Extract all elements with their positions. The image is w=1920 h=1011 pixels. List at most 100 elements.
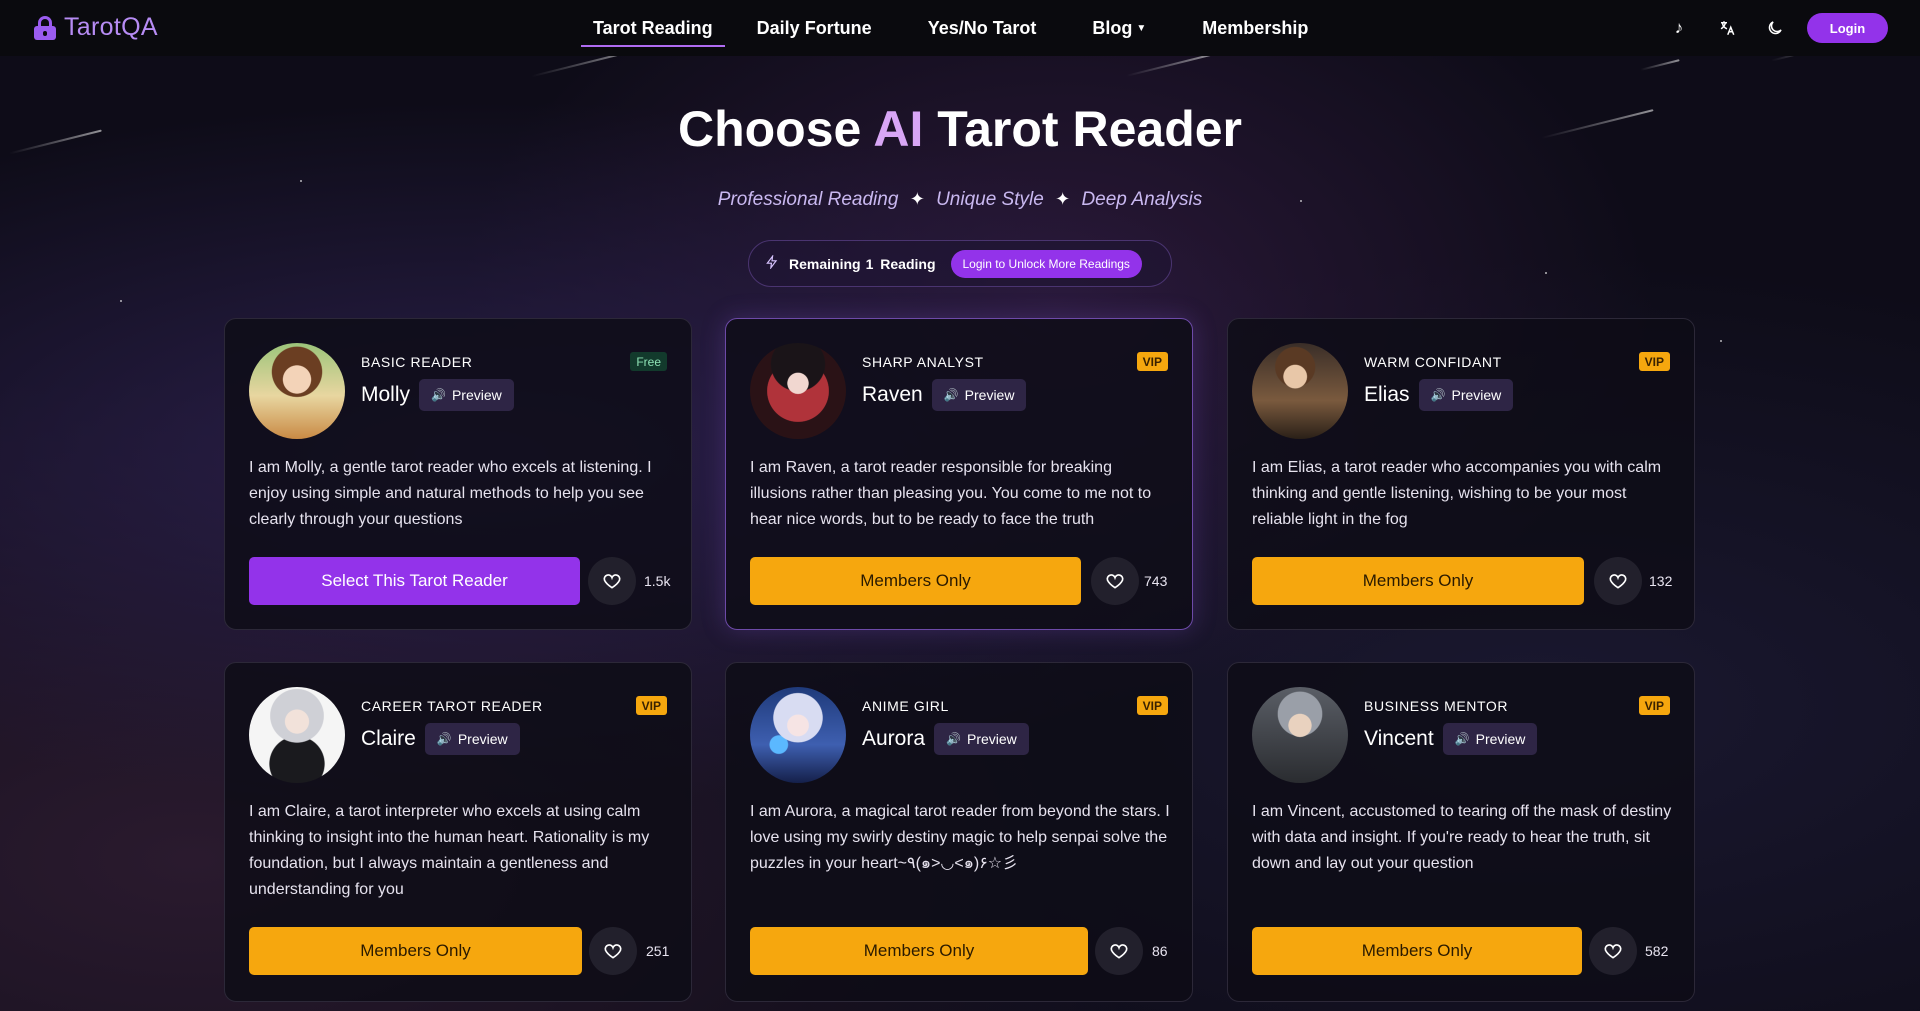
star xyxy=(1545,272,1547,274)
title-accent: AI xyxy=(873,101,924,157)
reader-card-vincent: BUSINESS MENTOR VIP Vincent 🔊 Preview I … xyxy=(1227,662,1695,1002)
preview-button[interactable]: 🔊 Preview xyxy=(931,379,1027,411)
reader-card-elias: WARM CONFIDANT VIP Elias 🔊 Preview I am … xyxy=(1227,318,1695,630)
star xyxy=(300,180,302,182)
brand-name: TarotQA xyxy=(64,13,158,41)
members-only-button[interactable]: Members Only xyxy=(750,927,1088,975)
reader-name-row: Molly 🔊 Preview xyxy=(361,379,514,411)
members-only-button[interactable]: Members Only xyxy=(1252,927,1582,975)
star xyxy=(120,300,122,302)
title-part: Tarot Reader xyxy=(937,101,1243,157)
preview-button[interactable]: 🔊 Preview xyxy=(424,723,520,755)
reader-role: BUSINESS MENTOR xyxy=(1364,698,1509,714)
preview-button[interactable]: 🔊 Preview xyxy=(419,379,514,411)
nav-links: Tarot Reading Daily Fortune Yes/No Tarot… xyxy=(581,0,1320,56)
reader-description: I am Aurora, a magical tarot reader from… xyxy=(750,803,1170,872)
preview-label: Preview xyxy=(457,731,508,747)
heart-icon[interactable] xyxy=(1095,927,1143,975)
reader-description: I am Elias, a tarot reader who accompani… xyxy=(1252,459,1662,528)
shooting-star xyxy=(1126,53,1214,77)
preview-label: Preview xyxy=(1475,731,1526,747)
reader-role: WARM CONFIDANT xyxy=(1364,354,1502,370)
chevron-down-icon: ▼ xyxy=(1136,22,1147,34)
nav-blog[interactable]: Blog ▼ xyxy=(1080,0,1158,56)
like-count: 743 xyxy=(1144,573,1168,589)
speaker-icon: 🔊 xyxy=(431,388,446,402)
readings-status: Remaining 1 Reading Login to Unlock More … xyxy=(748,240,1172,287)
heart-icon[interactable] xyxy=(589,927,637,975)
reader-card-molly: BASIC READER Free Molly 🔊 Preview I am M… xyxy=(224,318,692,630)
reader-description: I am Claire, a tarot interpreter who exc… xyxy=(249,803,650,898)
preview-label: Preview xyxy=(1451,387,1502,403)
top-navbar: TarotQA Tarot Reading Daily Fortune Yes/… xyxy=(0,0,1920,56)
sparkle-icon: ✦ xyxy=(1055,189,1071,209)
reader-description: I am Vincent, accustomed to tearing off … xyxy=(1252,803,1672,872)
reader-name: Molly xyxy=(361,383,411,406)
reader-card-claire: CAREER TAROT READER VIP Claire 🔊 Preview… xyxy=(224,662,692,1002)
members-only-button[interactable]: Members Only xyxy=(750,557,1081,605)
preview-label: Preview xyxy=(451,387,502,403)
heart-icon[interactable] xyxy=(1091,557,1139,605)
preview-button[interactable]: 🔊 Preview xyxy=(1442,723,1538,755)
page-subtitle: Professional Reading ✦ Unique Style ✦ De… xyxy=(0,189,1920,211)
reader-role: SHARP ANALYST xyxy=(862,354,984,370)
nav-label: Tarot Reading xyxy=(593,17,713,38)
lock-icon xyxy=(34,15,56,40)
nav-yes-no-tarot[interactable]: Yes/No Tarot xyxy=(916,0,1049,56)
moon-icon[interactable] xyxy=(1751,12,1799,44)
title-part: Choose xyxy=(677,101,862,157)
brand-logo[interactable]: TarotQA xyxy=(34,13,158,42)
like-count: 251 xyxy=(646,943,670,959)
nav-label: Blog xyxy=(1092,17,1133,38)
reader-description: I am Raven, a tarot reader responsible f… xyxy=(750,459,1152,528)
speaker-icon: 🔊 xyxy=(1430,388,1446,402)
subtitle-item: Deep Analysis xyxy=(1081,189,1203,210)
reader-badge: VIP xyxy=(635,696,667,715)
reader-avatar xyxy=(750,343,846,439)
reader-name-row: Claire 🔊 Preview xyxy=(361,723,520,755)
unlock-readings-button[interactable]: Login to Unlock More Readings xyxy=(950,249,1142,278)
heart-icon[interactable] xyxy=(1589,927,1637,975)
heart-icon[interactable] xyxy=(1594,557,1642,605)
nav-label: Yes/No Tarot xyxy=(927,17,1037,38)
reader-name-row: Elias 🔊 Preview xyxy=(1364,379,1514,411)
reader-avatar xyxy=(1252,343,1348,439)
remaining-readings: Remaining 1 Reading xyxy=(789,256,936,272)
reader-avatar xyxy=(750,687,846,783)
members-only-button[interactable]: Members Only xyxy=(249,927,582,975)
subtitle-item: Unique Style xyxy=(936,189,1044,210)
reader-name-row: Aurora 🔊 Preview xyxy=(862,723,1029,755)
reader-role: CAREER TAROT READER xyxy=(361,698,543,714)
remaining-label: Remaining xyxy=(789,255,861,272)
reader-name: Elias xyxy=(1364,383,1410,406)
nav-label: Membership xyxy=(1202,17,1309,38)
star xyxy=(1720,340,1722,342)
members-only-button[interactable]: Members Only xyxy=(1252,557,1584,605)
reader-name: Aurora xyxy=(862,727,926,750)
remaining-unit: Reading xyxy=(880,255,936,272)
preview-label: Preview xyxy=(964,387,1015,403)
nav-daily-fortune[interactable]: Daily Fortune xyxy=(745,0,884,56)
preview-button[interactable]: 🔊 Preview xyxy=(934,723,1029,755)
translate-icon[interactable] xyxy=(1703,12,1751,44)
remaining-count: 1 xyxy=(865,255,874,272)
nav-label: Daily Fortune xyxy=(756,17,872,38)
speaker-icon: 🔊 xyxy=(436,732,452,746)
reader-badge: Free xyxy=(630,352,667,371)
heart-icon[interactable] xyxy=(588,557,636,605)
reader-role: BASIC READER xyxy=(361,354,473,370)
reader-name: Vincent xyxy=(1364,727,1434,750)
select-reader-button[interactable]: Select This Tarot Reader xyxy=(249,557,580,605)
nav-tarot-reading[interactable]: Tarot Reading xyxy=(581,0,725,56)
reader-name-row: Raven 🔊 Preview xyxy=(862,379,1027,411)
preview-label: Preview xyxy=(966,731,1017,747)
reader-role: ANIME GIRL xyxy=(862,698,949,714)
reader-name: Claire xyxy=(361,727,416,750)
nav-membership[interactable]: Membership xyxy=(1190,0,1320,56)
lightning-icon xyxy=(765,254,779,272)
preview-button[interactable]: 🔊 Preview xyxy=(1418,379,1514,411)
speaker-icon: 🔊 xyxy=(946,732,961,746)
login-button[interactable]: Login xyxy=(1807,13,1888,43)
music-note-icon[interactable]: ♪ xyxy=(1655,12,1703,44)
reader-badge: VIP xyxy=(1638,696,1670,715)
